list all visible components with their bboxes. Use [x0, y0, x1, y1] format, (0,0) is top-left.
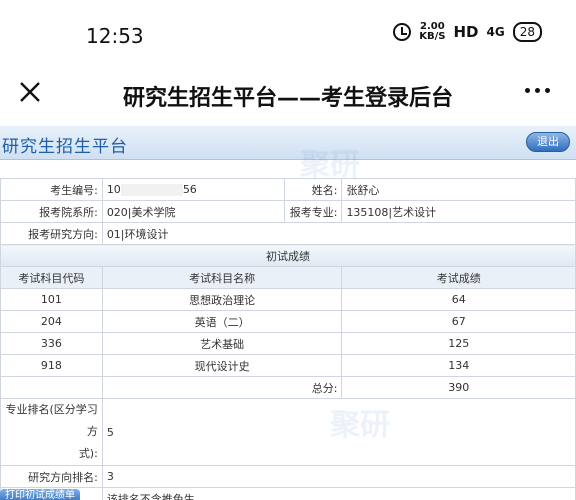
name-value: 张舒心	[341, 178, 576, 201]
direction-rank-label: 研究方向排名:	[0, 465, 103, 488]
column-header: 考试科目代码	[0, 266, 103, 289]
speed-unit: KB/S	[419, 31, 446, 42]
redaction	[120, 184, 183, 196]
dept-value: 020|美术学院	[101, 200, 285, 223]
table-row: 研究方向排名: 3	[0, 465, 576, 488]
direction-rank-value: 3	[101, 465, 576, 488]
major-rank-label: 专业排名(区分学习方 式):	[0, 398, 103, 466]
app-bar: 研究生招生平台——考生登录后台	[0, 64, 576, 126]
exit-button[interactable]: 退出	[526, 132, 570, 152]
status-bar: 12:53 2.00 KB/S HD 4G 28	[0, 0, 576, 64]
major-value: 135108|艺术设计	[341, 200, 576, 223]
signal-indicator: 4G	[486, 25, 505, 39]
table-header-row: 考试科目代码 考试科目名称 考试成绩	[0, 266, 576, 289]
more-options-icon[interactable]	[525, 88, 550, 93]
subject-score: 134	[341, 354, 576, 377]
exam-no-label: 考生编号:	[0, 178, 103, 201]
table-row: 204 英语（二） 67	[0, 310, 576, 333]
major-rank-value: 5	[101, 398, 576, 466]
subject-name: 现代设计史	[101, 354, 343, 377]
section-title: 初试成绩	[0, 244, 576, 267]
print-score-button[interactable]: 打印初试成绩单	[0, 489, 80, 500]
table-row: 101 思想政治理论 64	[0, 288, 576, 311]
subject-score: 125	[341, 332, 576, 355]
hd-indicator: HD	[453, 23, 479, 41]
subject-code: 204	[0, 310, 103, 333]
dept-label: 报考院系所:	[0, 200, 103, 223]
page-title: 研究生招生平台——考生登录后台	[122, 86, 453, 111]
direction-value: 01|环境设计	[101, 222, 576, 245]
direction-label: 报考研究方向:	[0, 222, 103, 245]
total-label: 总分:	[101, 376, 343, 399]
table-row: 918 现代设计史 134	[0, 354, 576, 377]
table-row: 考生编号: 10 56 姓名: 张舒心	[0, 178, 576, 201]
status-icons: 2.00 KB/S HD 4G 28	[393, 22, 542, 42]
subject-code: 336	[0, 332, 103, 355]
subject-name: 思想政治理论	[101, 288, 343, 311]
total-value: 390	[341, 376, 576, 399]
major-label: 报考专业:	[283, 200, 343, 223]
subject-score: 64	[341, 288, 576, 311]
table-row: 报考研究方向: 01|环境设计	[0, 222, 576, 245]
subject-code: 918	[0, 354, 103, 377]
subject-name: 艺术基础	[101, 332, 343, 355]
table-row: 该排名不含推免生	[0, 487, 576, 500]
alarm-icon	[393, 23, 412, 41]
portal-title: 研究生招生平台	[2, 137, 128, 157]
score-table: 考生编号: 10 56 姓名: 张舒心 报考院系所: 020|美术学院 报考专业:…	[0, 178, 576, 500]
clock: 12:53	[86, 24, 144, 48]
network-speed: 2.00 KB/S	[419, 22, 445, 42]
subject-name: 英语（二）	[101, 310, 343, 333]
subject-code: 101	[0, 288, 103, 311]
table-row: 总分: 390	[0, 376, 576, 399]
section-header: 初试成绩	[0, 244, 576, 267]
battery-icon: 28	[512, 22, 542, 42]
column-header: 考试科目名称	[101, 266, 343, 289]
exam-no-value: 10 56	[101, 178, 285, 201]
subject-score: 67	[341, 310, 576, 333]
table-row: 专业排名(区分学习方 式): 5	[0, 398, 576, 466]
column-header: 考试成绩	[341, 266, 576, 289]
rank-note: 该排名不含推免生	[101, 487, 576, 500]
table-row: 报考院系所: 020|美术学院 报考专业: 135108|艺术设计	[0, 200, 576, 223]
portal-header: 研究生招生平台 退出	[0, 126, 576, 160]
table-row: 336 艺术基础 125	[0, 332, 576, 355]
name-label: 姓名:	[283, 178, 343, 201]
